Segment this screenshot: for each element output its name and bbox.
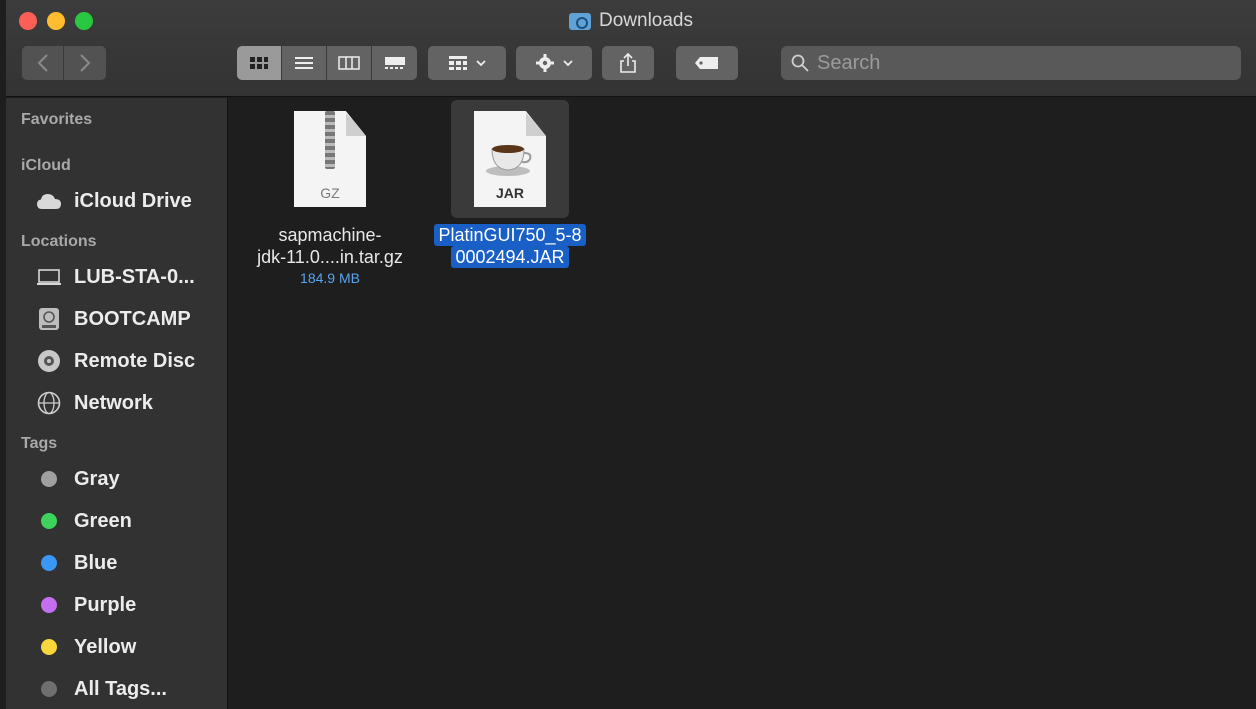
file-name[interactable]: PlatinGUI750_5-8 0002494.JAR — [419, 224, 601, 268]
sidebar-item-remote-disc[interactable]: Remote Disc — [6, 340, 227, 382]
sidebar-item-label: All Tags... — [74, 677, 167, 700]
archive-file-icon: GZ — [294, 111, 366, 207]
list-view-button[interactable] — [282, 46, 327, 80]
chevron-down-icon — [476, 60, 486, 67]
list-icon — [295, 57, 313, 69]
back-button[interactable] — [22, 46, 64, 80]
view-mode-control — [237, 46, 417, 80]
group-icon — [449, 56, 467, 70]
sidebar-heading-tags[interactable]: Tags — [6, 432, 227, 456]
group-by-button[interactable] — [428, 46, 506, 80]
search-icon — [791, 54, 809, 72]
window-title: Downloads — [6, 10, 1256, 32]
search-field[interactable] — [781, 46, 1241, 80]
sidebar-item-tag-green[interactable]: Green — [6, 500, 227, 542]
sidebar-item-tag-blue[interactable]: Blue — [6, 542, 227, 584]
tag-icon — [695, 57, 718, 69]
share-icon — [620, 52, 636, 73]
sidebar-item-label: BOOTCAMP — [74, 307, 191, 330]
action-menu-button[interactable] — [516, 46, 592, 80]
laptop-icon — [36, 264, 62, 290]
grid-icon — [250, 57, 268, 69]
java-file-icon: JAR — [474, 111, 546, 207]
network-icon — [36, 390, 62, 416]
sidebar-item-label: iCloud Drive — [74, 189, 192, 212]
chevron-down-icon — [563, 60, 573, 67]
sidebar-item-network[interactable]: Network — [6, 382, 227, 424]
chevron-left-icon — [37, 54, 48, 72]
drive-icon — [36, 306, 62, 332]
zipper-icon — [325, 111, 335, 169]
search-input[interactable] — [817, 51, 1217, 75]
sidebar-heading-locations[interactable]: Locations — [6, 230, 227, 254]
sidebar-item-label: Purple — [74, 593, 137, 616]
sidebar-item-label: Remote Disc — [74, 349, 196, 372]
sidebar: Favorites iCloud iCloud Drive Locations … — [6, 98, 228, 709]
cloud-icon — [36, 188, 62, 214]
sidebar-heading-icloud[interactable]: iCloud — [6, 154, 227, 178]
file-thumbnail[interactable]: GZ — [271, 100, 389, 218]
gallery-view-button[interactable] — [372, 46, 417, 80]
file-type-label: JAR — [495, 185, 524, 201]
sidebar-item-all-tags[interactable]: All Tags... — [6, 668, 227, 709]
tag-color-dot — [41, 639, 57, 655]
forward-button[interactable] — [64, 46, 106, 80]
chevron-right-icon — [80, 54, 91, 72]
sidebar-item-icloud-drive[interactable]: iCloud Drive — [6, 180, 227, 222]
sidebar-item-this-mac[interactable]: LUB-STA-0... — [6, 256, 227, 298]
sidebar-item-tag-purple[interactable]: Purple — [6, 584, 227, 626]
file-browser-content[interactable]: GZ sapmachine- jdk-11.0....in.tar.gz 184… — [229, 98, 1256, 709]
all-tags-icon — [41, 681, 57, 697]
sidebar-item-bootcamp[interactable]: BOOTCAMP — [6, 298, 227, 340]
window-title-text: Downloads — [599, 10, 693, 31]
sidebar-item-label: LUB-STA-0... — [74, 265, 195, 288]
sidebar-item-label: Yellow — [74, 635, 137, 658]
file-item-selected[interactable]: JAR PlatinGUI750_5-8 0002494.JAR — [419, 100, 601, 268]
downloads-folder-icon — [569, 12, 591, 30]
navigation-buttons — [22, 46, 106, 80]
file-item[interactable]: GZ sapmachine- jdk-11.0....in.tar.gz 184… — [251, 100, 409, 286]
file-thumbnail[interactable]: JAR — [451, 100, 569, 218]
tag-list: Gray Green Blue Purple Yellow All Tags..… — [6, 458, 227, 709]
share-button[interactable] — [602, 46, 654, 80]
edit-tags-button[interactable] — [676, 46, 738, 80]
file-name[interactable]: sapmachine- jdk-11.0....in.tar.gz — [251, 224, 409, 268]
columns-icon — [338, 56, 360, 70]
sidebar-item-label: Green — [74, 509, 132, 532]
finder-window: Downloads Search Favorites iCloud iCloud… — [6, 0, 1256, 709]
file-type-label: GZ — [320, 185, 340, 201]
sidebar-item-label: Network — [74, 391, 153, 414]
column-view-button[interactable] — [327, 46, 372, 80]
icon-view-button[interactable] — [237, 46, 282, 80]
sidebar-item-label: Blue — [74, 551, 118, 574]
tag-color-dot — [41, 513, 57, 529]
sidebar-heading-favorites[interactable]: Favorites — [6, 108, 227, 132]
sidebar-item-tag-gray[interactable]: Gray — [6, 458, 227, 500]
disc-icon — [36, 348, 62, 374]
tag-color-dot — [41, 597, 57, 613]
sidebar-item-label: Gray — [74, 467, 120, 490]
file-size: 184.9 MB — [300, 270, 360, 286]
title-bar: Downloads — [6, 0, 1256, 97]
gallery-icon — [384, 57, 405, 69]
sidebar-item-tag-yellow[interactable]: Yellow — [6, 626, 227, 668]
tag-color-dot — [41, 555, 57, 571]
coffee-cup-icon — [486, 145, 532, 176]
gear-icon — [536, 54, 554, 72]
tag-color-dot — [41, 471, 57, 487]
